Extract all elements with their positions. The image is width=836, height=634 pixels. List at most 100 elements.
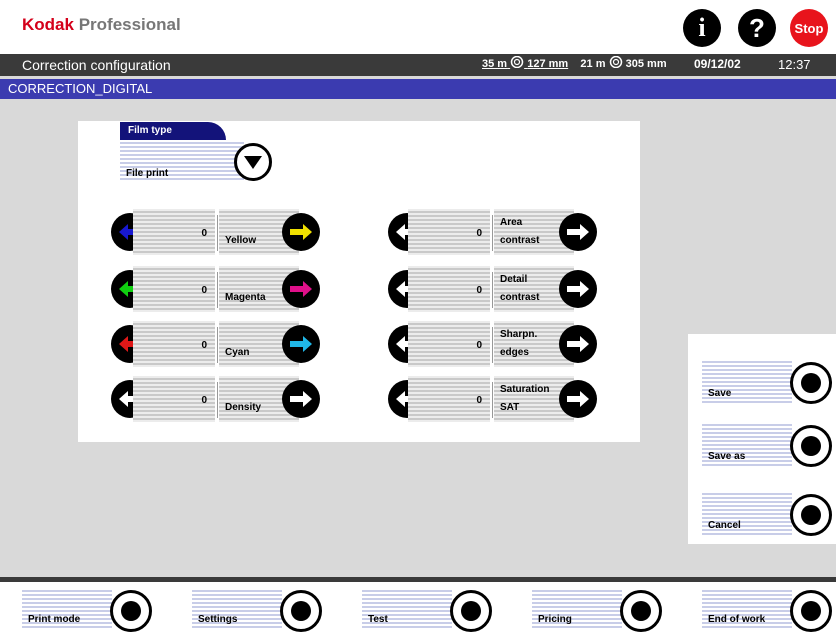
button-face[interactable]: Save as [702, 424, 792, 468]
title-bar: Correction configuration 35 m 127 mm 21 … [0, 54, 836, 76]
divider [217, 327, 218, 363]
magenta-slider: 0 Magenta [133, 266, 303, 312]
save-as-button[interactable]: Save as [702, 424, 836, 468]
density-slider: 0 Density [133, 376, 303, 422]
button-label: Test [368, 614, 388, 625]
slider-track: 0 [408, 266, 490, 312]
increase-magenta-button[interactable] [282, 270, 320, 308]
push-knob-icon[interactable] [790, 425, 832, 467]
sharpn-edges-slider: 0 Sharpn. edges [408, 321, 578, 367]
slider-value: 0 [476, 228, 482, 239]
film-roll-icon [609, 55, 622, 69]
header-bar: Kodak Professional i ? Stop [0, 0, 836, 54]
increase-yellow-button[interactable] [282, 213, 320, 251]
push-knob-icon[interactable] [790, 362, 832, 404]
increase-density-button[interactable] [282, 380, 320, 418]
info-icon[interactable]: i [683, 9, 721, 47]
brand-name: Kodak [22, 15, 74, 34]
slider-value: 0 [476, 395, 482, 406]
increase-sharpn-edges-button[interactable] [559, 325, 597, 363]
slider-label-line2: edges [500, 347, 529, 358]
paper-status: 35 m 127 mm 21 m 305 mm [482, 55, 667, 70]
chevron-down-icon[interactable] [234, 143, 272, 181]
button-label: Save as [708, 451, 746, 462]
button-label: Settings [198, 614, 238, 625]
roll1-width: 127 mm [527, 58, 569, 70]
increase-saturation-sat-button[interactable] [559, 380, 597, 418]
nav-test-button[interactable]: Test [362, 590, 494, 632]
slider-value: 0 [201, 228, 207, 239]
film-type-value: File print [126, 168, 169, 179]
help-icon[interactable]: ? [738, 9, 776, 47]
slider-value: 0 [201, 340, 207, 351]
nav-end-of-work-button[interactable]: End of work [702, 590, 834, 632]
roll2-width: 305 mm [625, 58, 667, 70]
push-knob-icon[interactable] [110, 590, 152, 632]
slider-track: 0 [408, 321, 490, 367]
divider [217, 382, 218, 418]
section-bar: CORRECTION_DIGITAL [0, 79, 836, 99]
button-label: Save [708, 388, 732, 399]
roll2-length: 21 m [580, 58, 606, 70]
button-label: End of work [708, 614, 766, 625]
button-label: Print mode [28, 614, 81, 625]
divider [492, 215, 493, 251]
push-knob-icon[interactable] [620, 590, 662, 632]
button-face[interactable]: Pricing [532, 590, 622, 630]
slider-label: Yellow [225, 235, 257, 246]
brand-subtitle: Professional [73, 15, 181, 34]
slider-label: Density [225, 402, 262, 413]
film-roll-icon [510, 55, 524, 69]
button-face[interactable]: Save [702, 361, 792, 405]
button-face[interactable]: Test [362, 590, 452, 630]
yellow-slider: 0 Yellow [133, 209, 303, 255]
slider-label-line1: Detail [500, 274, 528, 285]
film-type-label: Film type [120, 122, 226, 140]
window-title: Correction configuration [22, 57, 171, 73]
nav-pricing-button[interactable]: Pricing [532, 590, 664, 632]
button-face[interactable]: Settings [192, 590, 282, 630]
nav-settings-button[interactable]: Settings [192, 590, 324, 632]
date-display: 09/12/02 [694, 57, 741, 71]
slider-value: 0 [476, 340, 482, 351]
increase-detail-contrast-button[interactable] [559, 270, 597, 308]
increase-area-contrast-button[interactable] [559, 213, 597, 251]
slider-label: Magenta [225, 292, 266, 303]
push-knob-icon[interactable] [280, 590, 322, 632]
area-contrast-slider: 0 Area contrast [408, 209, 578, 255]
push-knob-icon[interactable] [450, 590, 492, 632]
slider-track: 0 [133, 376, 215, 422]
divider [492, 382, 493, 418]
slider-track: 0 [133, 209, 215, 255]
slider-value: 0 [201, 395, 207, 406]
cancel-button[interactable]: Cancel [702, 493, 836, 537]
button-face[interactable]: End of work [702, 590, 792, 630]
slider-label-line1: Sharpn. [500, 329, 538, 340]
slider-track: 0 [133, 266, 215, 312]
roll1-length: 35 m [482, 58, 508, 70]
button-label: Cancel [708, 520, 741, 531]
slider-label: Cyan [225, 347, 250, 358]
slider-track: 0 [408, 209, 490, 255]
button-face[interactable]: Print mode [22, 590, 112, 630]
slider-label-line2: contrast [500, 235, 540, 246]
saturation-sat-slider: 0 Saturation SAT [408, 376, 578, 422]
slider-label-line1: Area [500, 217, 523, 228]
stop-button[interactable]: Stop [790, 9, 828, 47]
push-knob-icon[interactable] [790, 494, 832, 536]
button-face[interactable]: Cancel [702, 493, 792, 537]
slider-label-line2: contrast [500, 292, 540, 303]
button-label: Pricing [538, 614, 572, 625]
slider-label-line2: SAT [500, 402, 520, 413]
save-button[interactable]: Save [702, 361, 836, 405]
nav-print-mode-button[interactable]: Print mode [22, 590, 154, 632]
increase-cyan-button[interactable] [282, 325, 320, 363]
divider [217, 215, 218, 251]
detail-contrast-slider: 0 Detail contrast [408, 266, 578, 312]
time-display: 12:37 [778, 57, 811, 72]
slider-value: 0 [476, 285, 482, 296]
cyan-slider: 0 Cyan [133, 321, 303, 367]
section-title: CORRECTION_DIGITAL [8, 81, 153, 96]
push-knob-icon[interactable] [790, 590, 832, 632]
divider [492, 327, 493, 363]
